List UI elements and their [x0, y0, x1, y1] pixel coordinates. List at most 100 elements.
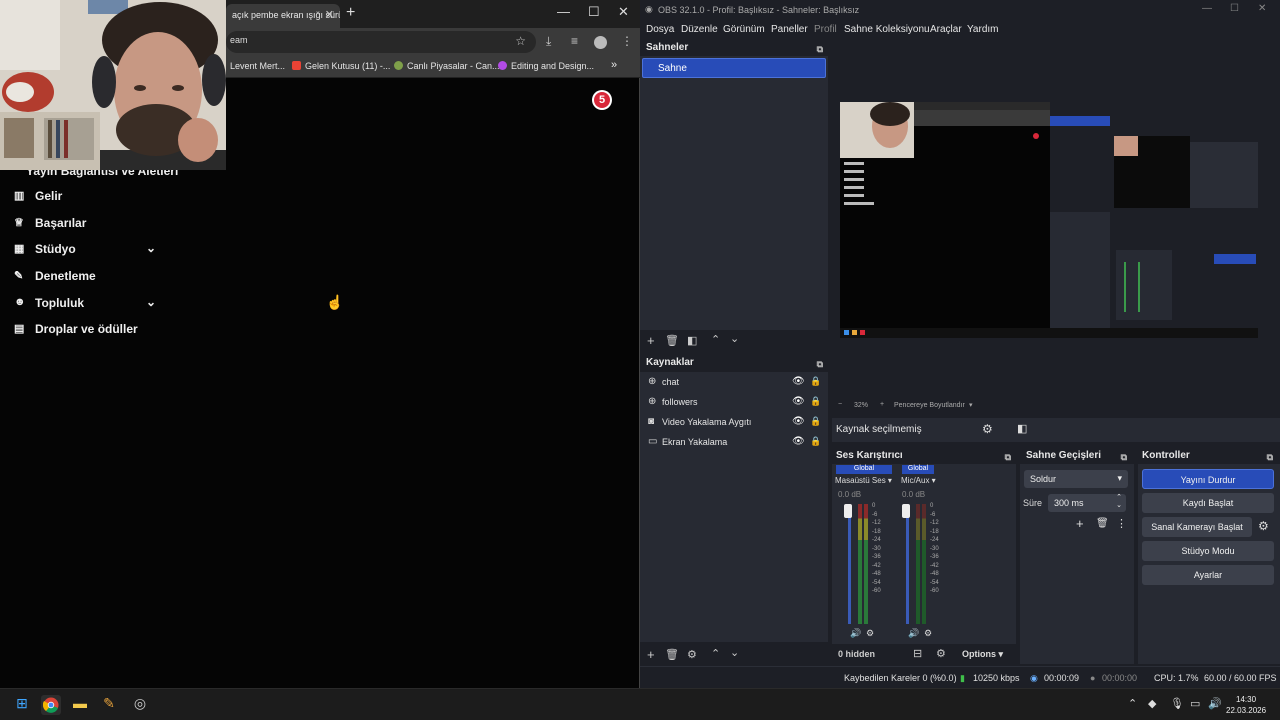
bookmark-item[interactable]: Levent Mert...: [230, 61, 285, 71]
sidebar-item-studyo[interactable]: ▦ Stüdyo ⌄: [14, 240, 164, 260]
menu-araclar[interactable]: Araçlar: [930, 24, 962, 35]
bookmark-item[interactable]: Canlı Piyasalar - Can...: [394, 61, 500, 71]
more-bookmarks-icon[interactable]: »: [611, 59, 617, 71]
bookmark-item[interactable]: Editing and Design...: [498, 61, 594, 71]
sidebar-item-gelir[interactable]: ▥ Gelir: [14, 187, 164, 207]
profile-avatar-icon[interactable]: [594, 36, 607, 49]
menu-yardim[interactable]: Yardım: [967, 24, 999, 35]
stop-streaming-button[interactable]: Yayını Durdur: [1142, 469, 1274, 489]
channel-name-desktop[interactable]: Masaüstü Ses ▾: [835, 476, 892, 485]
virtual-camera-settings-icon[interactable]: ⚙: [1258, 519, 1269, 533]
hidden-count[interactable]: 0 hidden: [838, 649, 875, 659]
source-item-screen-capture[interactable]: ▭ Ekran Yakalama 👁 🔒: [640, 434, 821, 452]
audio-settings-icon[interactable]: ⚙: [924, 628, 932, 639]
advanced-audio-icon[interactable]: ⚙: [936, 647, 946, 660]
browser-tab[interactable]: açık pembe ekran ışığı sürü ✕: [226, 4, 340, 28]
sidebar-item-droplar[interactable]: ▤ Droplar ve ödüller: [14, 320, 164, 340]
sidebar-item-topluluk[interactable]: ☻ Topluluk ⌄: [14, 294, 164, 314]
scene-filters-icon[interactable]: ◧: [687, 334, 697, 347]
visibility-eye-icon[interactable]: 👁: [792, 376, 805, 387]
mixer-layout-icon[interactable]: ⊟: [913, 647, 922, 660]
lock-icon[interactable]: 🔒: [810, 376, 821, 387]
bookmark-item[interactable]: Gelen Kutusu (11) -...: [292, 61, 390, 71]
source-item-video-capture[interactable]: ◙ Video Yakalama Aygıtı 👁 🔒: [640, 414, 821, 432]
volume-slider-track[interactable]: [848, 506, 851, 624]
volume-icon[interactable]: 🔊: [1208, 697, 1222, 710]
lock-icon[interactable]: 🔒: [810, 396, 821, 407]
download-icon[interactable]: ⤓: [546, 34, 551, 49]
visibility-eye-icon[interactable]: 👁: [792, 436, 805, 447]
minimize-icon[interactable]: —: [1202, 3, 1212, 14]
scene-item[interactable]: Sahne: [642, 58, 826, 78]
visibility-eye-icon[interactable]: 👁: [792, 416, 805, 427]
sidebar-item-denetleme[interactable]: ✎ Denetleme: [14, 267, 164, 287]
volume-slider-handle[interactable]: [844, 504, 852, 518]
editor-app-icon[interactable]: ✎: [99, 695, 119, 715]
zoom-out-icon[interactable]: −: [838, 401, 842, 408]
network-icon[interactable]: ▭: [1190, 697, 1200, 710]
media-control-icon[interactable]: ≡: [571, 34, 578, 48]
add-transition-icon[interactable]: +: [1076, 516, 1084, 531]
close-window-icon[interactable]: ✕: [1258, 3, 1266, 14]
lock-icon[interactable]: 🔒: [810, 436, 821, 447]
tray-expand-icon[interactable]: ⌃: [1128, 697, 1137, 710]
remove-transition-icon[interactable]: 🗑: [1096, 518, 1109, 529]
tray-app-icon[interactable]: ◆: [1148, 697, 1156, 710]
bookmark-star-icon[interactable]: ☆: [515, 34, 526, 48]
close-window-icon[interactable]: ✕: [618, 4, 629, 20]
start-recording-button[interactable]: Kaydı Başlat: [1142, 493, 1274, 513]
transition-select[interactable]: Soldur ▾: [1024, 470, 1128, 488]
add-source-icon[interactable]: +: [647, 647, 655, 662]
undock-icon[interactable]: ⧉: [817, 44, 823, 55]
fit-to-window-label[interactable]: Pencereye Boyutlandır: [894, 402, 965, 409]
move-up-icon[interactable]: ⌃: [711, 333, 720, 346]
more-menu-icon[interactable]: ⋮: [621, 34, 633, 48]
source-properties-icon[interactable]: ⚙: [687, 648, 697, 661]
move-down-icon[interactable]: ⌄: [730, 332, 739, 345]
add-scene-icon[interactable]: +: [647, 333, 655, 348]
speaker-icon[interactable]: 🔊: [908, 628, 919, 639]
move-up-icon[interactable]: ⌃: [711, 647, 720, 660]
close-tab-icon[interactable]: ✕: [325, 8, 334, 21]
undock-icon[interactable]: ⧉: [817, 359, 823, 370]
lock-icon[interactable]: 🔒: [810, 416, 821, 427]
menu-dosya[interactable]: Dosya: [646, 24, 674, 35]
maximize-icon[interactable]: ☐: [588, 4, 600, 20]
gear-icon[interactable]: ⚙: [982, 422, 993, 436]
new-tab-icon[interactable]: +: [346, 4, 355, 22]
obs-app-icon[interactable]: ◎: [130, 695, 150, 715]
source-item-chat[interactable]: ⊕ chat 👁 🔒: [640, 374, 821, 392]
audio-settings-icon[interactable]: ⚙: [866, 628, 874, 639]
transition-menu-icon[interactable]: ⋮: [1116, 517, 1127, 530]
remove-scene-icon[interactable]: 🗑: [665, 334, 679, 347]
settings-button[interactable]: Ayarlar: [1142, 565, 1274, 585]
windows-start-icon[interactable]: ⊞: [12, 695, 32, 715]
remove-source-icon[interactable]: 🗑: [665, 648, 679, 661]
menu-duzenle[interactable]: Düzenle: [681, 24, 718, 35]
speaker-icon[interactable]: 🔊: [850, 628, 861, 639]
undock-icon[interactable]: ⧉: [1005, 452, 1011, 463]
duration-input[interactable]: 300 ms ⌃ ⌄: [1048, 494, 1126, 512]
move-down-icon[interactable]: ⌄: [730, 646, 739, 659]
volume-slider-track[interactable]: [906, 506, 909, 624]
microphone-icon[interactable]: 🎙: [1170, 697, 1184, 710]
studio-mode-button[interactable]: Stüdyo Modu: [1142, 541, 1274, 561]
menu-paneller[interactable]: Paneller: [771, 24, 808, 35]
menu-gorunum[interactable]: Görünüm: [723, 24, 765, 35]
visibility-eye-icon[interactable]: 👁: [792, 396, 805, 407]
sidebar-item-basarilar[interactable]: ♕ Başarılar: [14, 214, 164, 234]
file-explorer-icon[interactable]: ▬: [70, 695, 90, 715]
maximize-icon[interactable]: ☐: [1230, 3, 1239, 14]
preview-canvas[interactable]: [840, 102, 1258, 338]
chrome-app-icon[interactable]: [41, 695, 61, 715]
notification-badge[interactable]: 5: [592, 90, 612, 110]
system-clock[interactable]: 14:30 22.03.2026: [1226, 694, 1266, 716]
volume-slider-handle[interactable]: [902, 504, 910, 518]
zoom-in-icon[interactable]: +: [880, 401, 884, 408]
start-virtual-camera-button[interactable]: Sanal Kamerayı Başlat: [1142, 517, 1252, 537]
address-bar[interactable]: eam ☆: [226, 31, 536, 53]
filters-icon[interactable]: ◧: [1017, 422, 1027, 435]
undock-icon[interactable]: ⧉: [1267, 452, 1273, 463]
stepper-icon[interactable]: ⌃ ⌄: [1116, 494, 1122, 510]
menu-profil[interactable]: Profil: [814, 24, 837, 35]
